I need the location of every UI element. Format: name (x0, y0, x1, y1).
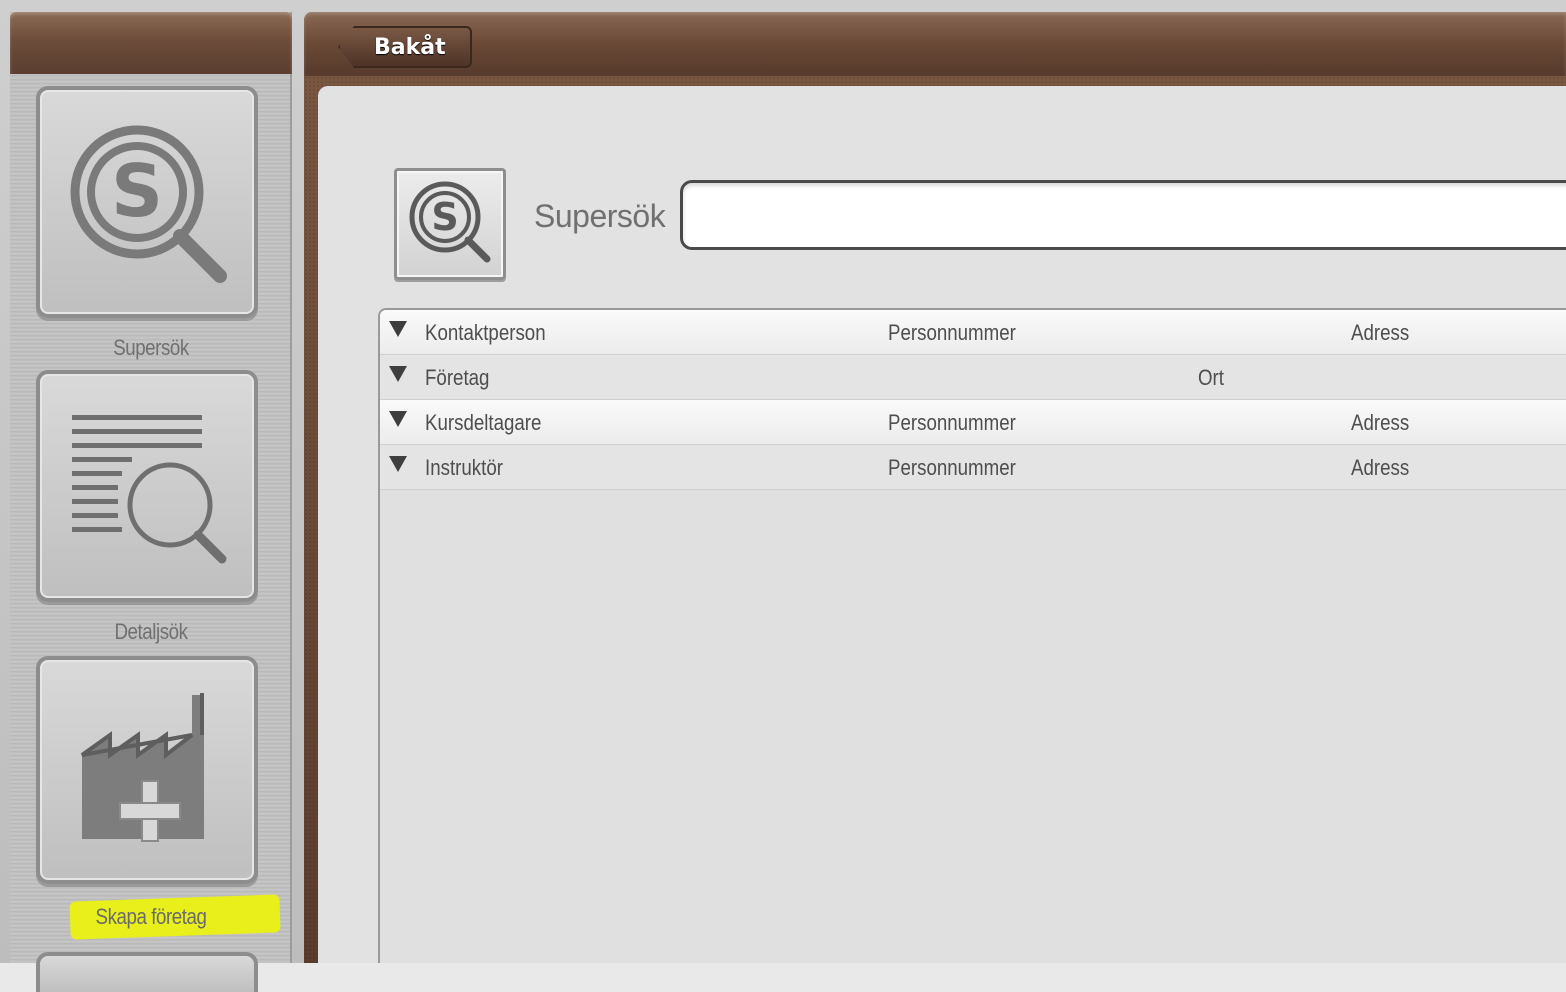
supersearch-button[interactable]: S (394, 168, 506, 280)
back-button[interactable]: Bakåt (338, 26, 472, 68)
sidebar-item-skapa-foretag[interactable] (36, 656, 258, 884)
results-list: Kontaktperson Personnummer Adress Företa… (378, 308, 1566, 963)
main-area: Bakåt S Supersök Kontaktperson Personnum… (304, 12, 1566, 963)
row-col-personnummer: Personnummer (888, 455, 1016, 480)
sidebar-header (10, 12, 292, 74)
sidebar-item-label: Detaljsök (114, 619, 188, 644)
list-item[interactable]: Kontaktperson Personnummer Adress (380, 310, 1566, 355)
row-title: Kursdeltagare (425, 410, 542, 435)
sidebar-item-detaljsok[interactable] (36, 370, 258, 602)
supersearch-icon: S (62, 112, 232, 292)
row-title: Instruktör (425, 455, 503, 480)
row-col-ort: Ort (1198, 365, 1224, 390)
supersearch-icon: S (405, 177, 495, 272)
content-panel: S Supersök Kontaktperson Personnummer Ad… (318, 86, 1566, 963)
detail-search-icon (62, 401, 232, 571)
list-item[interactable]: Instruktör Personnummer Adress (380, 445, 1566, 490)
expand-triangle-icon[interactable] (389, 321, 407, 337)
expand-triangle-icon[interactable] (389, 411, 407, 427)
row-col-personnummer: Personnummer (888, 410, 1016, 435)
row-title: Företag (425, 365, 490, 390)
sidebar-item-partial[interactable] (36, 952, 258, 992)
list-item[interactable]: Företag Ort (380, 355, 1566, 400)
expand-triangle-icon[interactable] (389, 456, 407, 472)
expand-triangle-icon[interactable] (389, 366, 407, 382)
search-label: Supersök (534, 198, 666, 234)
svg-text:S: S (431, 195, 458, 239)
app-frame: S Supersök Detaljsök Skapa företag Bakåt… (0, 0, 1566, 992)
list-item[interactable]: Kursdeltagare Personnummer Adress (380, 400, 1566, 445)
row-col-personnummer: Personnummer (888, 320, 1016, 345)
sidebar-item-supersok[interactable]: S (36, 86, 258, 318)
sidebar: S Supersök Detaljsök Skapa företag (10, 12, 292, 992)
row-col-adress: Adress (1351, 455, 1410, 480)
sidebar-item-label: Supersök (113, 335, 189, 360)
sidebar-item-label: Skapa företag (95, 904, 207, 929)
top-bar: Bakåt (304, 12, 1566, 76)
row-title: Kontaktperson (425, 320, 546, 345)
row-col-adress: Adress (1351, 320, 1410, 345)
create-company-icon (62, 685, 232, 855)
search-input[interactable] (680, 180, 1566, 250)
svg-text:S: S (111, 149, 163, 233)
row-col-adress: Adress (1351, 410, 1410, 435)
